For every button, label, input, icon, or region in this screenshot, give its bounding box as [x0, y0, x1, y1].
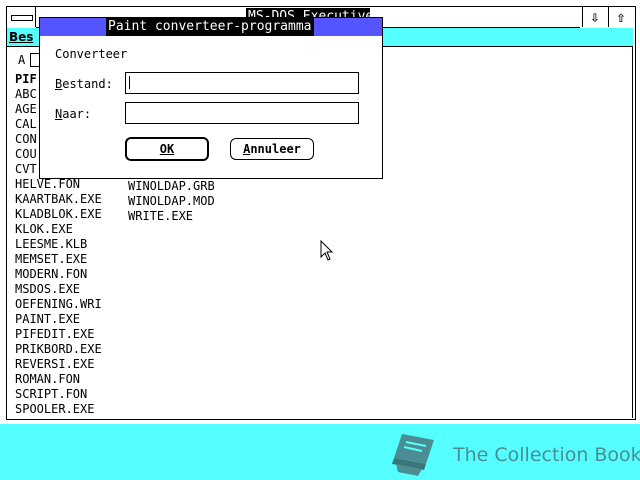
maximize-button[interactable]: ⇧ [608, 7, 633, 27]
file-item[interactable]: MODERN.FON [15, 267, 87, 282]
drive-a-label[interactable]: A [18, 52, 25, 68]
directory-path: PIF [15, 72, 37, 86]
file-item[interactable]: HELVE.FON [15, 177, 80, 192]
file-item[interactable]: PRIKBORD.EXE [15, 342, 102, 357]
file-item[interactable]: KAARTBAK.EXE [15, 192, 102, 207]
file-item[interactable]: MEMSET.EXE [15, 252, 87, 267]
menu-item-bestand[interactable]: Bes [9, 29, 33, 45]
file-item[interactable]: REVERSI.EXE [15, 357, 94, 372]
minimize-button[interactable]: ⇩ [582, 7, 607, 27]
target-file-input[interactable] [125, 102, 359, 124]
file-item[interactable]: LEESME.KLB [15, 237, 87, 252]
ok-button-label: OK [159, 142, 175, 156]
arrow-down-icon: ⇩ [590, 8, 600, 26]
file-item[interactable]: CAL [15, 117, 37, 132]
file-item[interactable]: PIFEDIT.EXE [15, 327, 94, 342]
file-item[interactable]: SCRIPT.FON [15, 387, 87, 402]
mouse-pointer-icon [320, 240, 334, 261]
file-item[interactable]: SPOOLER.EXE [15, 402, 94, 417]
dialog-heading: Converteer [55, 47, 128, 61]
file-item[interactable]: KLOK.EXE [15, 222, 73, 237]
file-item[interactable]: ABC [15, 87, 37, 102]
file-item[interactable]: KLADBLOK.EXE [15, 207, 102, 222]
file-item[interactable]: CVT [15, 162, 37, 177]
file-item[interactable]: MSDOS.EXE [15, 282, 80, 297]
file-item[interactable]: WINOLDAP.MOD [128, 194, 215, 209]
file-item[interactable]: WRITE.EXE [128, 209, 193, 224]
source-label-rest: estand: [62, 77, 113, 91]
target-label-rest: aar: [62, 107, 92, 121]
ok-button[interactable]: OK [125, 137, 209, 161]
cancel-button-label: Annuleer [243, 142, 301, 156]
system-menu-icon [11, 15, 33, 21]
file-item[interactable]: OEFENING.WRI [15, 297, 102, 312]
text-caret [129, 76, 130, 89]
file-item[interactable]: AGE [15, 102, 37, 117]
file-item[interactable]: CON [15, 132, 37, 147]
target-file-label: Naar: [55, 107, 91, 122]
source-file-label: Bestand: [55, 77, 113, 92]
book-icon [392, 434, 434, 476]
watermark-text: The Collection Book [453, 444, 640, 466]
arrow-up-icon: ⇧ [616, 8, 626, 26]
convert-dialog [39, 17, 383, 179]
file-item[interactable]: ROMAN.FON [15, 372, 80, 387]
file-item[interactable]: WINOLDAP.GRB [128, 179, 215, 194]
window-inner-border [632, 46, 633, 418]
dialog-title: Paint converteer-programma [106, 18, 314, 36]
cancel-button[interactable]: Annuleer [230, 138, 314, 160]
file-item[interactable]: PAINT.EXE [15, 312, 80, 327]
source-file-input[interactable] [125, 72, 359, 94]
file-item[interactable]: COU [15, 147, 37, 162]
